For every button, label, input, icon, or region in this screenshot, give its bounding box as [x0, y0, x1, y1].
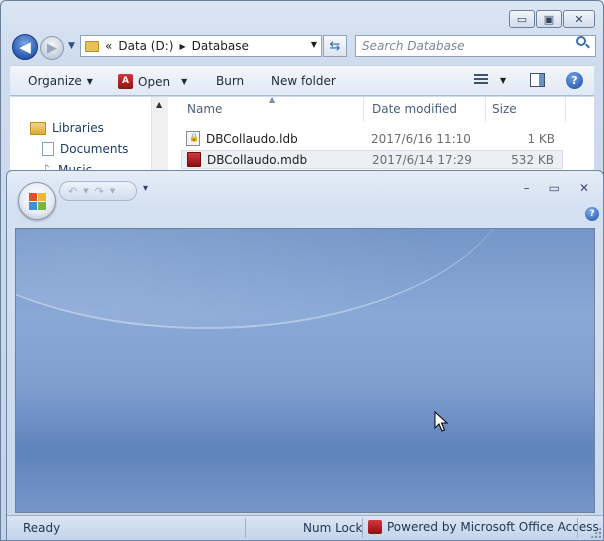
address-dropdown-icon[interactable]: ▼ [311, 40, 317, 49]
access-app-icon: A [118, 74, 133, 89]
status-powered-by: Powered by Microsoft Office Access [368, 520, 599, 534]
preview-pane-icon[interactable] [530, 73, 545, 87]
nav-item-label: Libraries [52, 121, 104, 135]
office-button[interactable] [18, 182, 56, 220]
quick-access-toolbar: ↶ ▼ ↷ ▼ [59, 181, 137, 201]
organize-label: Organize [28, 74, 82, 88]
address-chevrons[interactable]: « [105, 39, 112, 53]
documents-icon [42, 142, 54, 156]
column-size[interactable]: Size [492, 102, 517, 116]
libraries-icon [30, 121, 46, 135]
access-caption-buttons: – ▭ ✕ [524, 181, 589, 195]
powered-by-label: Powered by Microsoft Office Access [387, 520, 599, 534]
new-folder-button[interactable]: New folder [271, 74, 336, 88]
access-window: ↶ ▼ ↷ ▼ ▾ – ▭ ✕ ? Ready Num Lock Powered… [6, 170, 604, 541]
recent-pages-chevron-icon[interactable]: ▼ [68, 41, 75, 51]
column-date-modified[interactable]: Date modified [372, 102, 457, 116]
redo-dropdown-icon[interactable]: ▼ [110, 187, 115, 195]
status-divider [577, 518, 578, 538]
address-separator-icon[interactable]: ▶ [179, 42, 185, 51]
undo-dropdown-icon[interactable]: ▼ [83, 187, 88, 195]
help-icon[interactable]: ? [566, 72, 583, 89]
column-divider[interactable] [485, 97, 486, 122]
chevron-down-icon: ▼ [86, 76, 93, 86]
status-divider [362, 518, 363, 538]
office-logo-icon [29, 193, 47, 211]
search-input[interactable]: Search Database [355, 35, 596, 57]
folder-icon [85, 40, 99, 52]
command-bar: Organize ▼ A Open ▼ Burn New folder ▼ ? [10, 65, 594, 96]
navigation-bar: ◀ ▶ ▼ « Data (D:) ▶ Database ▼ ⇆ Search … [10, 33, 596, 61]
explorer-maximize-button[interactable]: ▣ [536, 10, 562, 28]
file-date: 2017/6/14 17:29 [372, 152, 472, 167]
explorer-minimize-button[interactable]: ▭ [509, 10, 535, 28]
organize-button[interactable]: Organize ▼ [28, 74, 93, 88]
redo-icon[interactable]: ↷ [95, 185, 104, 198]
column-name[interactable]: Name [187, 102, 222, 116]
access-close-button[interactable]: ✕ [579, 181, 589, 195]
address-segment-folder[interactable]: Database [192, 39, 249, 53]
address-bar[interactable]: « Data (D:) ▶ Database ▼ [80, 35, 322, 57]
scroll-up-arrow-icon[interactable]: ▲ [156, 100, 162, 109]
access-app-icon [368, 520, 382, 534]
file-row[interactable]: DBCollaudo.ldb 2017/6/16 11:10 1 KB [181, 129, 563, 148]
refresh-icon[interactable]: ⇆ [323, 35, 347, 57]
file-date: 2017/6/16 11:10 [371, 131, 471, 146]
ldb-lock-icon [186, 131, 200, 146]
status-num-lock: Num Lock [303, 521, 363, 535]
status-bar: Ready Num Lock Powered by Microsoft Offi… [7, 515, 603, 540]
chevron-down-icon: ▼ [181, 77, 188, 86]
open-button[interactable]: A Open ▼ [118, 74, 187, 89]
background-swoosh [16, 229, 516, 329]
column-header: ▲ Name Date modified Size [169, 95, 594, 122]
address-segment-drive[interactable]: Data (D:) [118, 39, 173, 53]
view-options-chevron-icon[interactable]: ▼ [500, 76, 506, 85]
access-minimize-button[interactable]: – [524, 181, 530, 195]
nav-item-label: Documents [60, 142, 129, 156]
file-row-selected[interactable]: DBCollaudo.mdb 2017/6/14 17:29 532 KB [181, 150, 563, 169]
customize-toolbar-icon[interactable]: ▾ [143, 183, 148, 194]
access-help-icon[interactable]: ? [585, 207, 599, 221]
status-divider [245, 518, 246, 538]
sort-ascending-icon: ▲ [269, 95, 276, 104]
burn-button[interactable]: Burn [216, 74, 244, 88]
nav-item-libraries[interactable]: Libraries [30, 121, 104, 135]
explorer-close-button[interactable]: ✕ [563, 10, 595, 28]
explorer-caption-buttons: ▭ ▣ ✕ [509, 10, 595, 28]
status-ready: Ready [23, 521, 61, 535]
column-divider[interactable] [363, 97, 364, 122]
forward-arrow-icon[interactable]: ▶ [40, 36, 64, 60]
file-name: DBCollaudo.ldb [206, 131, 298, 146]
column-divider[interactable] [565, 97, 566, 122]
nav-item-documents[interactable]: Documents [42, 142, 128, 156]
access-db-icon [187, 152, 201, 167]
file-size: 532 KB [511, 152, 554, 167]
file-name: DBCollaudo.mdb [207, 152, 308, 167]
file-size: 1 KB [527, 131, 555, 146]
undo-icon[interactable]: ↶ [68, 185, 77, 198]
open-label: Open [138, 74, 171, 89]
back-arrow-icon[interactable]: ◀ [12, 34, 38, 60]
search-icon[interactable] [576, 36, 586, 46]
access-workspace [15, 228, 595, 513]
change-view-icon[interactable] [474, 74, 488, 86]
access-maximize-button[interactable]: ▭ [549, 181, 560, 195]
